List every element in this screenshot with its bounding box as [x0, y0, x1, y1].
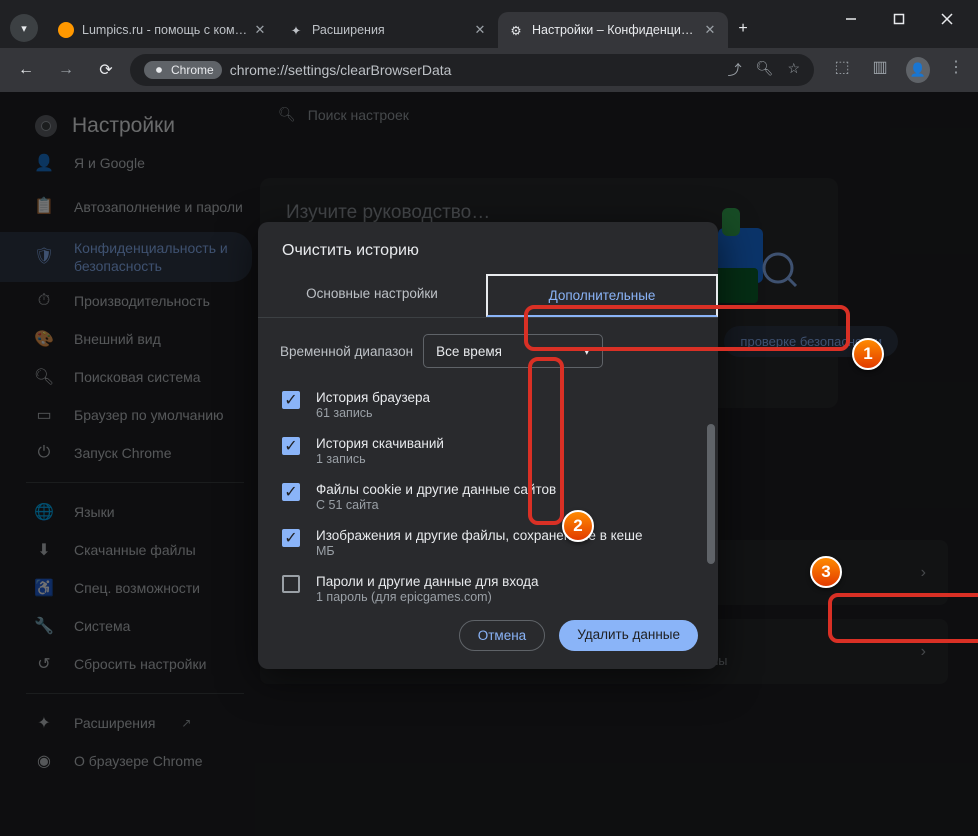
chip-label: Chrome — [171, 63, 214, 77]
clear-data-option[interactable]: ✓ Изображения и другие файлы, сохраненные… — [270, 520, 706, 566]
gear-icon: ⚙ — [508, 22, 524, 38]
sharing-icon[interactable]: ⤴ — [728, 60, 742, 80]
tab-title: Расширения — [312, 23, 468, 37]
titlebar: ▾ Lumpics.ru - помощь с компьютером ✕ ✦ … — [0, 0, 978, 48]
option-title: Пароли и другие данные для входа — [316, 574, 539, 589]
clear-data-option[interactable]: ✓ История браузера61 запись — [270, 382, 706, 428]
clear-data-option[interactable]: Пароли и другие данные для входа1 пароль… — [270, 566, 706, 604]
omnibox[interactable]: Chrome chrome://settings/clearBrowserDat… — [130, 54, 814, 86]
tab-title: Lumpics.ru - помощь с компьютером — [82, 23, 248, 37]
toolbar: ← → ⟳ Chrome chrome://settings/clearBrow… — [0, 48, 978, 92]
close-window-button[interactable] — [932, 4, 962, 34]
checkbox[interactable]: ✓ — [282, 529, 300, 547]
tab-basic[interactable]: Основные настройки — [258, 274, 486, 317]
checkbox[interactable]: ✓ — [282, 391, 300, 409]
option-sub: 1 запись — [316, 452, 444, 466]
omnibox-url: chrome://settings/clearBrowserData — [230, 62, 452, 78]
tab-lumpics[interactable]: Lumpics.ru - помощь с компьютером ✕ — [48, 12, 278, 48]
chevron-down-icon: ▾ — [583, 343, 590, 359]
time-range-label: Временной диапазон — [280, 344, 413, 359]
minimize-button[interactable] — [836, 4, 866, 34]
new-tab-button[interactable]: + — [728, 14, 758, 44]
tab-search-button[interactable]: ▾ — [10, 14, 38, 42]
dialog-scrollbar[interactable] — [706, 368, 716, 604]
checkbox[interactable]: ✓ — [282, 483, 300, 501]
tab-title: Настройки – Конфиденциальность — [532, 23, 698, 37]
dialog-title: Очистить историю — [258, 222, 718, 274]
reload-button[interactable]: ⟳ — [90, 54, 122, 86]
option-sub: 61 запись — [316, 406, 430, 420]
clear-browsing-data-dialog: Очистить историю Основные настройки Допо… — [258, 222, 718, 669]
puzzle-icon: ✦ — [288, 22, 304, 38]
menu-icon[interactable]: ⋮ — [944, 57, 968, 83]
option-title: Изображения и другие файлы, сохраненные … — [316, 528, 643, 543]
forward-button[interactable]: → — [50, 54, 82, 86]
clear-data-option[interactable]: ✓ Файлы cookie и другие данные сайтовС 51… — [270, 474, 706, 520]
maximize-button[interactable] — [884, 4, 914, 34]
option-sub: 1 пароль (для epicgames.com) — [316, 590, 539, 604]
option-sub: МБ — [316, 544, 643, 558]
bookmark-icon[interactable]: ☆ — [787, 60, 800, 80]
tab-extensions[interactable]: ✦ Расширения ✕ — [278, 12, 498, 48]
favicon-lumpics — [58, 22, 74, 38]
time-range-select[interactable]: Все время ▾ — [423, 334, 603, 368]
site-chip: Chrome — [144, 61, 222, 79]
time-range-value: Все время — [436, 344, 502, 359]
option-title: История браузера — [316, 390, 430, 405]
side-panel-icon[interactable]: ▥ — [868, 57, 892, 83]
option-sub: С 51 сайта — [316, 498, 556, 512]
close-icon[interactable]: ✕ — [472, 22, 488, 38]
checkbox[interactable]: ✓ — [282, 437, 300, 455]
close-icon[interactable]: ✕ — [702, 22, 718, 38]
tab-settings[interactable]: ⚙ Настройки – Конфиденциальность ✕ — [498, 12, 728, 48]
option-title: История скачиваний — [316, 436, 444, 451]
checkbox[interactable] — [282, 575, 300, 593]
extensions-icon[interactable]: ⬚ — [830, 57, 854, 83]
delete-data-button[interactable]: Удалить данные — [559, 620, 698, 651]
tab-advanced[interactable]: Дополнительные — [486, 274, 718, 317]
cancel-button[interactable]: Отмена — [459, 620, 545, 651]
profile-avatar[interactable]: 👤 — [906, 57, 930, 83]
close-icon[interactable]: ✕ — [252, 22, 268, 38]
option-title: Файлы cookie и другие данные сайтов — [316, 482, 556, 497]
back-button[interactable]: ← — [10, 54, 42, 86]
search-icon[interactable]: 🔍︎ — [756, 60, 774, 80]
clear-data-option[interactable]: ✓ История скачиваний1 запись — [270, 428, 706, 474]
